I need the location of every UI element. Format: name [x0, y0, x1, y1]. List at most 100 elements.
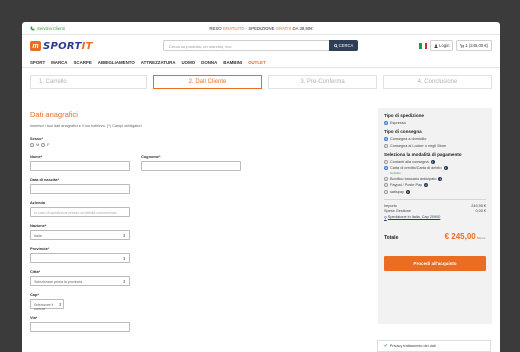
option-satispay[interactable]: satispay i [384, 189, 486, 194]
login-button[interactable]: Login [430, 40, 454, 51]
via-field[interactable] [30, 322, 130, 332]
pagamento-title: Seleziona la modalità di pagamento [384, 151, 462, 157]
importo-row: Importo 249,95 € [384, 204, 486, 208]
info-icon[interactable]: i [438, 176, 443, 181]
info-icon[interactable]: i [424, 183, 429, 187]
cap-select[interactable]: Selezionare il comune ⇕ [30, 299, 64, 311]
espresso-label: Espresso [390, 121, 406, 125]
nav-item-attrezzatura[interactable]: ATTREZZATURA [141, 60, 176, 65]
satispay-label: satispay [390, 189, 404, 194]
nome-group: Nome* [30, 154, 130, 177]
paypal-radio[interactable] [384, 183, 388, 187]
provincia-select[interactable]: ⇕ [30, 253, 130, 263]
option-espresso[interactable]: Espresso [384, 121, 486, 125]
tipo-consegna-title: Tipo di consegna [384, 129, 422, 134]
carta-radio[interactable] [384, 166, 388, 170]
cart-button[interactable]: 1 (245,00 €) [456, 40, 492, 51]
domicilio-label: Consegna a domicilio [390, 137, 427, 141]
step-pre-conferma: 3. Pre-Conferma [268, 75, 377, 89]
promo-text: · SPEDIZIONE [244, 25, 276, 31]
option-locker[interactable]: Consegna ai Locker o negli Store [384, 143, 486, 148]
contanti-label: Contanti alla consegna [390, 159, 429, 164]
iva-label: IVA inc. [476, 235, 486, 240]
select-arrow-icon: ⇕ [122, 256, 126, 261]
select-arrow-icon: ⇕ [122, 279, 126, 284]
info-icon[interactable]: i [430, 159, 435, 164]
nav-item-marca[interactable]: MARCA [51, 60, 67, 65]
promo-text: DA 39,90€ [291, 25, 313, 31]
proceed-button[interactable]: Procedi all'acquisto [384, 255, 486, 271]
search-input[interactable]: Cerca un prodotto, un marchio, ecc [163, 40, 331, 51]
header-actions: Login 1 (245,00 €) [419, 40, 492, 51]
cart-icon [460, 43, 465, 48]
nome-field[interactable] [30, 161, 130, 171]
divider [384, 198, 486, 200]
option-contanti[interactable]: Contanti alla consegna i [384, 159, 486, 164]
option-paypal[interactable]: Paypal / Poste Pay i [384, 183, 486, 187]
info-icon[interactable]: i [443, 166, 448, 170]
nascita-field[interactable] [30, 184, 130, 194]
customer-form: Dati anagrafici Inserisci i tuoi dati an… [30, 110, 330, 338]
top-bar: Servizio Clienti RESO GRATUITO · SPEDIZI… [22, 22, 500, 35]
site-header: m SPORTIT Cerca un prodotto, un marchio,… [22, 35, 500, 57]
privacy-consent[interactable]: ✔ Privacy trattamento dei dati [377, 340, 491, 352]
via-label: Via* [30, 315, 38, 320]
shipping-location-link[interactable]: ⚲ Spedizione in Italia, Cap 20900 [384, 215, 486, 220]
sesso-label: Sesso* [30, 136, 43, 141]
spese-value: 0,00 € [475, 208, 486, 213]
carta-label: Carta di credito/Carta di debito [390, 166, 442, 170]
sesso-m-label: M [36, 143, 40, 147]
nav-item-scarpe[interactable]: SCARPE [73, 60, 91, 65]
domicilio-radio[interactable] [384, 137, 388, 141]
promo-highlight: GRATIS [275, 25, 292, 31]
azienda-field[interactable]: In caso di spedizione presso un'attività… [30, 207, 130, 217]
logo[interactable]: m SPORTIT [30, 41, 93, 52]
locker-radio[interactable] [384, 143, 388, 148]
total-row: Totale € 245,00IVA inc. [384, 226, 486, 244]
cap-label: Cap* [30, 292, 39, 297]
nav-item-outlet[interactable]: OUTLET [248, 60, 266, 65]
totale-label: Totale [384, 234, 399, 241]
checkout-page: Servizio Clienti RESO GRATUITO · SPEDIZI… [22, 22, 500, 352]
cognome-field[interactable] [141, 161, 241, 171]
nav-item-bambini[interactable]: BAMBINI [223, 60, 242, 65]
option-carta[interactable]: Carta di credito/Carta di debito i [384, 166, 486, 170]
bonifico-radio[interactable] [384, 176, 388, 181]
nav-item-uomo[interactable]: UOMO [182, 60, 196, 65]
espresso-radio[interactable] [384, 121, 388, 125]
step-carrello[interactable]: 1. Carrello [30, 75, 147, 89]
option-bonifico[interactable]: Bonifico bancario anticipato i [384, 176, 486, 181]
checkout-steps: 1. Carrello 2. Dati Cliente 3. Pre-Confe… [22, 68, 500, 89]
logo-wordmark: SPORTIT [43, 41, 93, 52]
nascita-label: Data di nascita* [30, 177, 59, 182]
nav-item-abbigliamento[interactable]: ABBIGLIAMENTO [98, 60, 135, 65]
option-domicilio[interactable]: Consegna a domicilio [384, 137, 486, 141]
sesso-m-radio[interactable] [30, 143, 34, 147]
nazione-label: Nazione* [30, 223, 47, 228]
bonifico-label: Bonifico bancario anticipato [390, 176, 437, 181]
search-button-label: CERCA [338, 43, 354, 48]
shipping-location-label: Spedizione in Italia, Cap 20900 [387, 215, 441, 219]
nav-item-sport[interactable]: SPORT [30, 60, 45, 65]
user-icon [434, 43, 438, 48]
citta-select[interactable]: Selezionare prima la provincia ⇕ [30, 276, 130, 286]
order-summary: Tipo di spedizione Espresso Tipo di cons… [378, 108, 492, 324]
nazione-value: Italia [34, 233, 42, 238]
nazione-select[interactable]: Italia ⇕ [30, 230, 130, 240]
sesso-f-radio[interactable] [41, 143, 46, 147]
azienda-placeholder: In caso di spedizione presso un'attività… [34, 210, 117, 215]
nav-item-donna[interactable]: DONNA [201, 60, 217, 65]
promo-banner: RESO GRATUITO · SPEDIZIONE GRATIS DA 39,… [22, 26, 500, 31]
login-label: Login [439, 43, 450, 48]
contanti-radio[interactable] [384, 159, 388, 164]
location-pin-icon: ⚲ [384, 215, 387, 220]
promo-highlight: GRATUITO [222, 25, 245, 31]
azienda-label: Azienda [30, 200, 45, 205]
search-button[interactable]: CERCA [329, 40, 358, 51]
satispay-radio[interactable] [384, 189, 388, 194]
italy-flag-icon[interactable] [419, 42, 428, 49]
info-icon[interactable]: i [405, 189, 410, 194]
step-conclusione: 4. Conclusione [383, 75, 492, 89]
main-nav: SPORT MARCA SCARPE ABBIGLIAMENTO ATTREZZ… [22, 57, 500, 68]
citta-value: Selezionare prima la provincia [34, 279, 83, 284]
